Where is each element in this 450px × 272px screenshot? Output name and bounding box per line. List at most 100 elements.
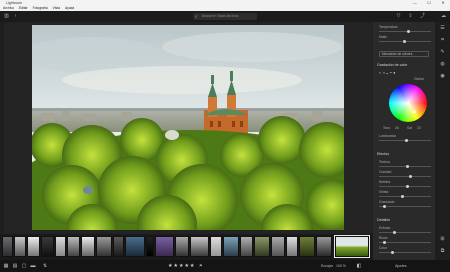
filter-icon[interactable]: ▽ — [395, 13, 402, 20]
thumbnail[interactable] — [190, 236, 209, 257]
slider-knob[interactable] — [406, 165, 409, 168]
grid-view-icon[interactable]: ▦ — [3, 263, 9, 269]
filmstrip — [0, 234, 373, 260]
detail-view-icon[interactable]: ▢ — [21, 263, 27, 269]
edit-sliders-icon[interactable]: ☰ — [439, 25, 446, 32]
edit-panel: Temperatura Matiz Mezclador de colores G… — [373, 22, 437, 260]
dehaze-label: Neblina — [379, 180, 391, 184]
wheel-picker[interactable] — [413, 110, 416, 113]
search-icon: ⌕ — [195, 14, 198, 19]
temperature-slider[interactable] — [379, 30, 431, 33]
slider-knob[interactable] — [401, 195, 404, 198]
noise-slider[interactable] — [379, 241, 431, 244]
temp-label: Temperatura — [379, 25, 398, 29]
color-grading-heading[interactable]: Gradación de color — [377, 63, 407, 67]
back-icon[interactable]: ‹ — [12, 13, 19, 20]
star-rating[interactable]: ★★★★★ — [168, 262, 195, 270]
sidebar-toggle-icon[interactable]: ▥ — [3, 13, 10, 20]
versions-icon[interactable]: ⧉ — [439, 248, 446, 255]
crop-icon[interactable]: ⌗ — [439, 37, 446, 44]
cloud-icon[interactable]: ☁ — [440, 13, 447, 20]
presets-label[interactable]: Ajustes — [395, 260, 406, 272]
slider-knob[interactable] — [383, 205, 386, 208]
dehaze-slider[interactable] — [379, 185, 431, 188]
flag-icon[interactable]: ⚑ — [199, 262, 203, 270]
vignette-label: Viñeta — [379, 190, 389, 194]
luminance-label: Luminancia — [379, 134, 396, 138]
color-noise-label: Color — [379, 246, 387, 250]
sat-value: 23 — [417, 126, 421, 130]
upload-icon[interactable]: ⇪ — [407, 13, 414, 20]
color-mode-icons[interactable]: ◐ ◑ ◒ ◓ ● — [379, 70, 396, 75]
thumbnail[interactable] — [96, 236, 112, 257]
lightroom-window: Lightroom — ☐ ✕ Archivo Editar Fotografí… — [0, 0, 450, 272]
thumbnail[interactable] — [81, 236, 95, 257]
sort-icon[interactable]: ⇅ — [42, 263, 48, 269]
texture-label: Textura — [379, 160, 390, 164]
thumbnail[interactable] — [41, 236, 54, 257]
sharpen-slider[interactable] — [379, 231, 431, 234]
color-mixer-dropdown[interactable]: Mezclador de colores — [379, 51, 429, 57]
hue-label: Tono — [383, 126, 391, 130]
thumbnail[interactable] — [299, 236, 315, 257]
tint-label: Matiz — [379, 35, 387, 39]
sharpen-label: Enfocar — [379, 226, 391, 230]
thumbnail[interactable] — [55, 236, 66, 257]
thumbnail[interactable] — [223, 236, 239, 257]
effects-heading[interactable]: Efectos — [377, 152, 389, 156]
slider-knob[interactable] — [406, 185, 409, 188]
slider-knob[interactable] — [405, 139, 408, 142]
thumbnail[interactable] — [271, 236, 285, 257]
thumbnail[interactable] — [2, 236, 13, 257]
thumbnail[interactable] — [125, 236, 145, 257]
share-icon[interactable]: ⤴ — [419, 13, 426, 20]
slider-knob[interactable] — [407, 30, 410, 33]
thumbnail-selected[interactable] — [334, 235, 370, 258]
detail-heading[interactable]: Detalles — [377, 218, 390, 222]
square-grid-icon[interactable]: ▤ — [12, 263, 18, 269]
filmstrip-view-icon[interactable]: ▬ — [30, 263, 36, 269]
thumbnail[interactable] — [210, 236, 222, 257]
thumbnail[interactable] — [240, 236, 253, 257]
texture-slider[interactable] — [379, 165, 431, 168]
right-tool-rail: ☰ ⌗ ✎ ◍ ◉ ⊞ ⧉ — [435, 22, 450, 260]
thumbnail[interactable] — [155, 236, 174, 257]
slider-knob[interactable] — [391, 251, 394, 254]
color-wheel[interactable] — [389, 84, 427, 122]
search-placeholder: Buscar en Todas las fotos — [202, 14, 239, 18]
thumbnail[interactable] — [146, 236, 154, 257]
clarity-slider[interactable] — [379, 175, 431, 178]
sat-label: Sat — [407, 126, 412, 130]
luminance-slider[interactable] — [379, 139, 431, 142]
compare-icon[interactable]: ◧ — [356, 263, 362, 269]
grain-slider[interactable] — [379, 205, 431, 208]
thumbnail[interactable] — [286, 236, 298, 257]
main-photo[interactable] — [32, 25, 344, 230]
thumbnail[interactable] — [27, 236, 40, 257]
thumbnail[interactable] — [14, 236, 26, 257]
presets-icon[interactable]: ⊞ — [439, 236, 446, 243]
thumbnail[interactable] — [175, 236, 189, 257]
vignette-slider[interactable] — [379, 195, 431, 198]
bottom-bar: ▦ ▤ ▢ ▬ ⇅ ★★★★★ ⚑ Encajar 100 % ◧ Ajuste… — [0, 260, 450, 272]
fit-label[interactable]: Encajar — [321, 260, 333, 272]
masking-icon[interactable]: ◍ — [439, 61, 446, 68]
clarity-label: Claridad — [379, 170, 392, 174]
thumbnail[interactable] — [113, 236, 124, 257]
red-eye-icon[interactable]: ◉ — [439, 73, 446, 80]
slider-knob[interactable] — [409, 175, 412, 178]
color-noise-slider[interactable] — [379, 251, 431, 254]
thumbnail[interactable] — [316, 236, 332, 257]
tint-slider[interactable] — [379, 40, 431, 43]
thumbnail[interactable] — [254, 236, 270, 257]
noise-label: Ruido — [379, 236, 388, 240]
healing-brush-icon[interactable]: ✎ — [439, 49, 446, 56]
zoom-label[interactable]: 100 % — [336, 260, 346, 272]
slider-knob[interactable] — [383, 241, 386, 244]
global-label: Global — [414, 77, 424, 81]
slider-knob[interactable] — [403, 40, 406, 43]
grain-label: Granulado — [379, 200, 395, 204]
search-bar[interactable]: ⌕ Buscar en Todas las fotos — [193, 13, 257, 20]
slider-knob[interactable] — [393, 231, 396, 234]
thumbnail[interactable] — [67, 236, 80, 257]
